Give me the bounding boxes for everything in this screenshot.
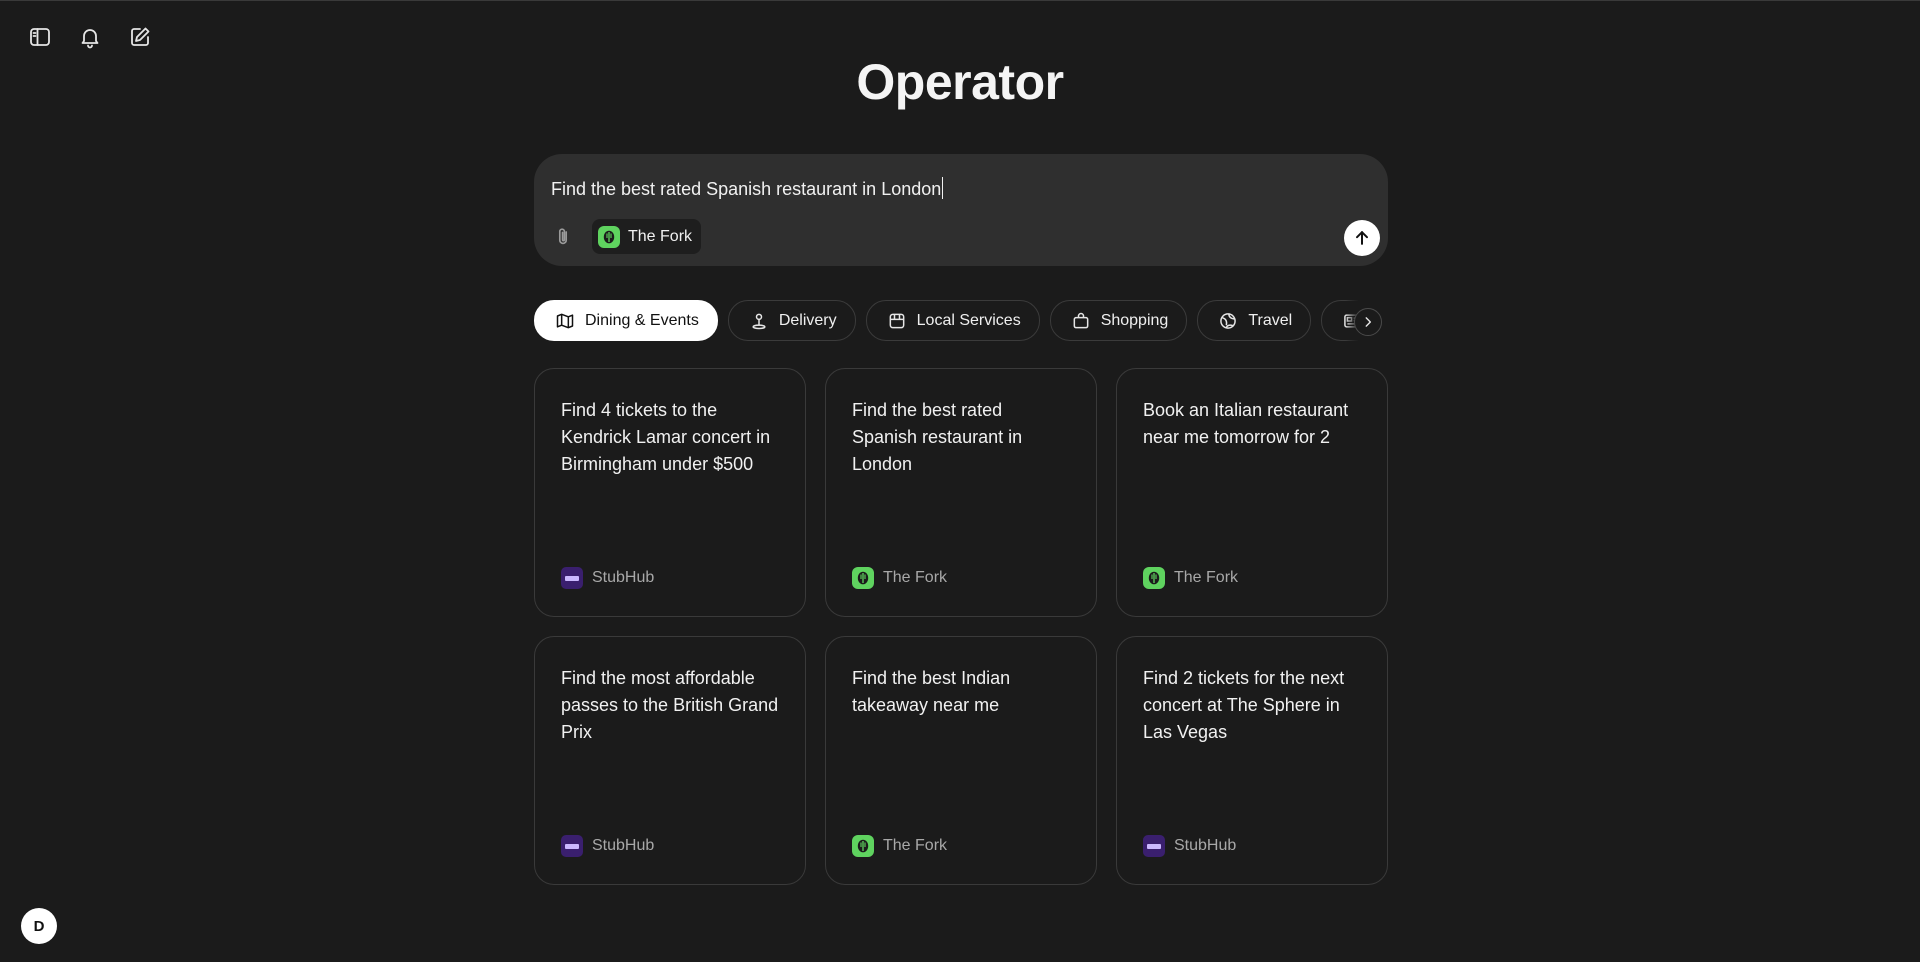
tab-label: Delivery [778, 311, 837, 329]
stubhub-logo-icon [561, 835, 583, 857]
suggestion-site: StubHub [1143, 835, 1236, 857]
tab-delivery[interactable]: Delivery [727, 300, 856, 341]
stubhub-logo-icon [1143, 835, 1165, 857]
category-tabs: Dining & Events Delivery Local Services … [534, 300, 1388, 342]
paperclip-icon [558, 228, 568, 245]
suggestion-card[interactable]: Find 4 tickets to the Kendrick Lamar con… [534, 368, 806, 617]
globe-icon [1220, 312, 1237, 329]
suggestion-site: StubHub [561, 835, 654, 857]
suggestion-text: Find the most affordable passes to the B… [561, 668, 779, 742]
suggestion-card[interactable]: Book an Italian restaurant near me tomor… [1116, 368, 1388, 617]
suggestion-card[interactable]: Find the best Indian takeaway near me Th… [825, 636, 1097, 885]
tab-dining-events[interactable]: Dining & Events [534, 300, 718, 341]
suggestion-card[interactable]: Find the most affordable passes to the B… [534, 636, 806, 885]
bell-icon[interactable] [74, 21, 106, 53]
tab-label: Travel [1248, 311, 1293, 329]
suggestion-site-label: The Fork [883, 837, 948, 854]
attach-button[interactable] [548, 222, 578, 252]
tabs-scroll-right-button[interactable] [1354, 308, 1382, 336]
suggestion-site: The Fork [852, 567, 947, 589]
tab-shopping[interactable]: Shopping [1049, 300, 1188, 341]
tab-label: Shopping [1100, 311, 1169, 329]
thefork-logo-icon [852, 567, 874, 589]
sidebar-toggle-icon[interactable] [24, 21, 56, 53]
suggestion-card[interactable]: Find the best rated Spanish restaurant i… [825, 368, 1097, 617]
suggestion-site: The Fork [1143, 567, 1238, 589]
page-title: Operator [856, 54, 1064, 110]
task-input-text: Find the best rated Spanish restaurant i… [551, 179, 942, 199]
suggestion-card[interactable]: Find 2 tickets for the next concert at T… [1116, 636, 1388, 885]
storefront-icon [889, 313, 905, 328]
tab-label: Dining & Events [585, 311, 699, 329]
suggestion-text: Book an Italian restaurant near me tomor… [1143, 400, 1349, 447]
thefork-logo-icon [852, 835, 874, 857]
selected-site-chip[interactable]: The Fork [592, 219, 702, 254]
tab-travel[interactable]: Travel [1197, 300, 1312, 341]
selected-site-label: The Fork [628, 227, 693, 245]
suggestion-cards: Find 4 tickets to the Kendrick Lamar con… [534, 368, 1388, 885]
suggestion-site-label: StubHub [592, 569, 655, 586]
text-caret [942, 177, 944, 199]
suggestion-text: Find 2 tickets for the next concert at T… [1143, 668, 1345, 742]
tab-local-services[interactable]: Local Services [865, 300, 1040, 341]
delivery-pin-icon [752, 313, 766, 329]
thefork-logo-icon [598, 225, 620, 248]
task-composer: Find the best rated Spanish restaurant i… [534, 154, 1388, 266]
task-input[interactable]: Find the best rated Spanish restaurant i… [551, 174, 1311, 204]
operator-app: Operator Find the best rated Spanish res… [0, 0, 1920, 962]
suggestion-text: Find 4 tickets to the Kendrick Lamar con… [561, 400, 771, 474]
shopping-bag-icon [1073, 312, 1089, 328]
suggestion-text: Find the best Indian takeaway near me [852, 668, 1011, 715]
suggestion-site: StubHub [561, 567, 654, 589]
send-button[interactable] [1344, 220, 1380, 256]
suggestion-site-label: StubHub [1174, 837, 1237, 854]
tab-label: Local Services [916, 311, 1021, 329]
map-icon [556, 313, 574, 328]
suggestion-site-label: The Fork [1174, 569, 1239, 586]
suggestion-site: The Fork [852, 835, 947, 857]
user-avatar[interactable]: D [21, 908, 57, 944]
suggestion-site-label: The Fork [883, 569, 948, 586]
suggestion-text: Find the best rated Spanish restaurant i… [852, 400, 1023, 474]
top-toolbar [24, 21, 156, 53]
chevron-right-icon [1365, 317, 1372, 327]
suggestion-site-label: StubHub [592, 837, 655, 854]
stubhub-logo-icon [561, 567, 583, 589]
arrow-up-icon [1356, 231, 1368, 245]
thefork-logo-icon [1143, 567, 1165, 589]
new-task-icon[interactable] [124, 21, 156, 53]
